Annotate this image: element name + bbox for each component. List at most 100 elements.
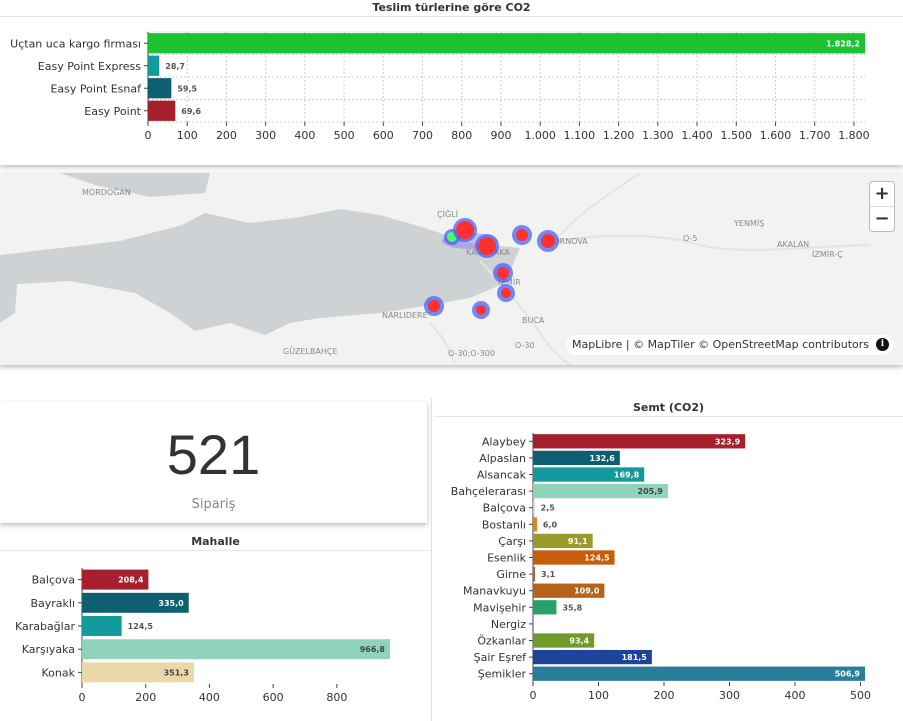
heat-point [493,263,513,283]
orders-kpi-card: 521 Sipariş [0,402,427,523]
x-tick-label: 1.000 [524,129,556,142]
bar [533,500,535,515]
category-label: Karşıyaka [22,643,75,656]
heat-point [537,230,559,252]
category-label: Balçova [483,502,526,515]
map-label-o5: O-5 [683,234,698,243]
category-label: Çarşı [498,535,526,548]
value-label: 1.828,2 [826,39,860,48]
x-tick-label: 800 [326,691,347,704]
x-tick-label: 1.800 [838,129,870,142]
category-label: Easy Point Express [38,60,141,73]
heat-point [472,301,490,319]
category-label: Özkanlar [477,635,526,648]
orders-label: Sipariş [191,497,236,512]
bar [533,566,536,582]
value-label: 208,4 [118,576,144,585]
value-label: 28,7 [165,62,185,71]
west-water [0,273,18,323]
x-tick-label: 0 [145,129,152,142]
heat-point [512,225,532,245]
bar [148,100,176,121]
category-label: Girne [496,568,526,581]
map-label-mordogan: MORDOĞAN [82,186,131,197]
category-label: Bahçelerarası [451,485,526,498]
x-tick-label: 500 [850,689,871,702]
delivery-co2-panel: Teslim türlerine göre CO2 Uçtan uca karg… [0,0,903,165]
bar [148,78,172,99]
x-tick-label: 1.100 [564,129,596,142]
mahalle-panel: Mahalle Balçova 208,4 Bayraklı 335,0 Karabağ… [0,534,431,721]
category-label: Easy Point Esnaf [50,82,142,95]
value-label: 132,6 [590,454,616,463]
category-label: Mavişehir [473,601,526,614]
x-tick-label: 400 [294,129,315,142]
bar [148,55,160,76]
mahalle-chart: Balçova 208,4 Bayraklı 335,0 Karabağlar 124,5… [15,568,390,704]
x-tick-label: 1.200 [603,129,635,142]
x-tick-label: 0 [79,691,86,704]
mahalle-title: Mahalle [0,534,431,551]
bar [533,517,537,532]
x-tick-label: 600 [373,129,394,142]
bar [533,666,865,681]
value-label: 506,9 [835,670,861,679]
category-label: Manavkuyu [463,585,526,598]
value-label: 2,5 [541,504,556,513]
panel-divider [431,398,432,721]
x-tick-label: 700 [412,129,433,142]
value-label: 169,8 [614,471,640,480]
category-label: Bayraklı [30,597,75,610]
x-tick-label: 1.600 [760,129,792,142]
heat-point [475,234,499,258]
x-tick-label: 200 [135,691,156,704]
x-tick-label: 1.300 [642,129,674,142]
x-tick-label: 600 [263,691,284,704]
x-tick-label: 300 [255,129,276,142]
value-label: 966,8 [360,645,386,654]
value-label: 323,9 [715,437,741,446]
x-tick-label: 0 [530,689,537,702]
zoom-out-button[interactable]: − [870,206,894,231]
category-label: Bostanlı [482,518,526,531]
value-label: 3,1 [541,570,556,579]
value-label: 6,0 [543,520,558,529]
category-label: Uçtan uca kargo firması [10,37,141,50]
x-tick-label: 1.700 [799,129,831,142]
map-label-izmir-c: İZMİR-Ç [812,249,843,259]
map-label-o30-o300: O-30;O-300 [448,349,495,358]
x-tick-label: 400 [199,691,220,704]
x-tick-label: 300 [719,689,740,702]
value-label: 335,0 [158,599,184,608]
map-label-akalan: AKALAN [777,240,809,249]
category-label: Nergiz [491,618,526,631]
x-tick-label: 500 [334,129,355,142]
heat-point [424,296,444,316]
value-label: 124,5 [584,554,610,563]
map-label-cigli: ÇİĞLİ [437,208,458,219]
value-label: 69,6 [181,107,201,116]
category-label: Easy Point [84,105,141,118]
map-zoom-control: + − [869,181,895,232]
zoom-in-button[interactable]: + [870,182,894,206]
info-icon[interactable]: i [876,338,889,351]
category-label: Konak [42,666,76,679]
x-tick-label: 1.400 [681,129,713,142]
delivery-co2-title: Teslim türlerine göre CO2 [0,0,903,17]
category-label: Esenlik [487,552,527,565]
x-tick-label: 100 [177,129,198,142]
map-view[interactable]: MORDOĞAN ÇİĞLİ KARŞIYAKA BORNOVA İZMİR N… [0,173,903,365]
bay-water [0,209,520,335]
map-label-yenmis: YENMİŞ [733,218,764,228]
x-tick-label: 100 [588,689,609,702]
bar [533,434,746,449]
x-tick-label: 900 [490,129,511,142]
x-tick-label: 200 [653,689,674,702]
delivery-co2-chart: Uçtan uca kargo firması 1.828,2 Easy Point… [10,31,870,142]
value-label: 205,9 [638,487,664,496]
category-label: Şemikler [478,668,527,681]
value-label: 351,3 [164,668,189,677]
map-attribution-text[interactable]: MapLibre | © MapTiler © OpenStreetMap co… [572,338,869,351]
semt-panel: Semt (CO2) Alaybey 323,9 Alpaslan 132,6 Alsa… [434,400,903,721]
category-label: Alaybey [482,435,527,448]
